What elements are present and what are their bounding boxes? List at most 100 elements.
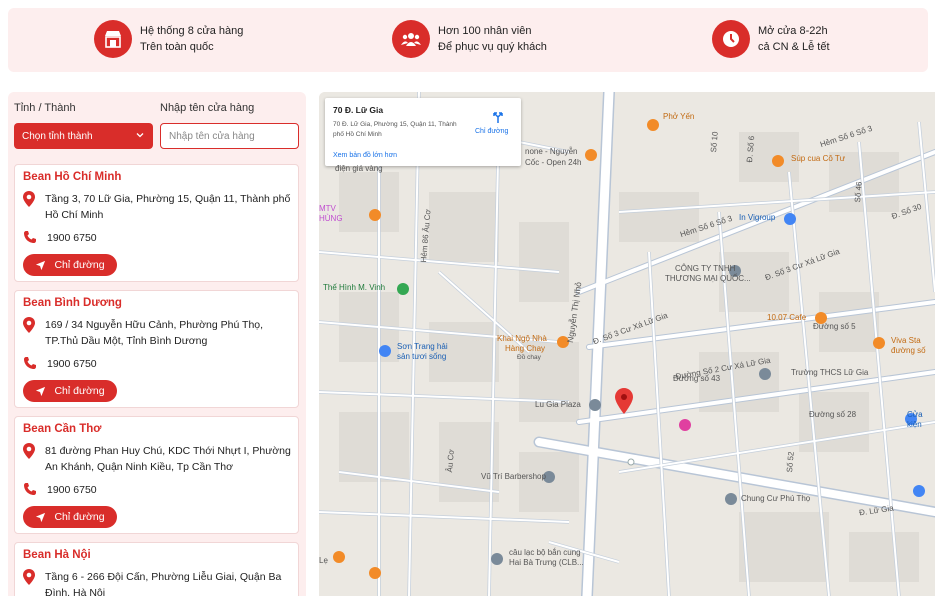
feature-stores: Hệ thống 8 cửa hàng Trên toàn quốc — [94, 20, 243, 58]
store-name[interactable]: Bean Bình Dương — [23, 297, 122, 309]
poi-label: Lu Gia Plaza — [535, 400, 581, 409]
shopping-icon[interactable] — [784, 212, 796, 230]
view-larger-map-link[interactable]: Xem bản đồ lớn hơn — [333, 152, 397, 159]
directions-button-label: Chỉ đường — [54, 385, 105, 397]
poi-label: Hai Bà Trưng (CLB... — [509, 558, 584, 567]
cafe-icon[interactable] — [369, 208, 381, 226]
poi-label: Lẹ — [319, 556, 328, 565]
feature-stores-line2: Trên toàn quốc — [140, 41, 214, 53]
store-phone[interactable]: 1900 6750 — [47, 356, 297, 372]
poi-label: 10.07 Cafe — [767, 313, 807, 322]
store-phone[interactable]: 1900 6750 — [47, 230, 297, 246]
province-select[interactable]: Chọn tỉnh thành — [14, 123, 153, 149]
phone-icon — [23, 356, 37, 375]
restaurant-icon[interactable] — [647, 118, 659, 136]
feature-staff-line1: Hơn 100 nhân viên — [438, 25, 532, 37]
store-address: 81 đường Phan Huy Chú, KDC Thới Nhựt I, … — [45, 445, 291, 473]
poi-label: none - Nguyễn — [525, 147, 578, 156]
street-label: Số 10 — [709, 131, 720, 153]
poi-label: Trường THCS Lữ Gia — [791, 368, 869, 377]
store-name-label: Nhập tên cửa hàng — [160, 102, 255, 114]
poi-label: THƯƠNG MẠI QUỐC... — [665, 274, 751, 283]
map-info-card: 70 Đ. Lữ Gia 70 Đ. Lữ Gia, Phường 15, Qu… — [325, 98, 521, 166]
feature-stores-line1: Hệ thống 8 cửa hàng — [140, 25, 244, 37]
cafe-icon[interactable] — [873, 336, 885, 354]
chevron-down-icon — [135, 130, 145, 143]
navigation-arrow-icon — [36, 260, 46, 270]
poi-label: Phở Yến — [663, 112, 695, 121]
map-info-title: 70 Đ. Lữ Gia — [333, 105, 384, 115]
store-card: Bean Bình Dương 169 / 34 Nguyễn Hữu Cảnh… — [14, 290, 299, 408]
feature-hours-line1: Mở cửa 8-22h — [758, 25, 828, 37]
poi-label: câu lạc bộ bắn cung — [509, 548, 581, 557]
store-address: 169 / 34 Nguyễn Hữu Cảnh, Phường Phú Thọ… — [45, 319, 264, 347]
store-card: Bean Cần Thơ 81 đường Phan Huy Chú, KDC … — [14, 416, 299, 534]
store-card: Bean Hà Nội Tầng 6 - 266 Đội Cấn, Phường… — [14, 542, 299, 596]
poi-label: Cửa — [907, 410, 923, 419]
restaurant-icon[interactable] — [333, 550, 345, 568]
restaurant-icon[interactable] — [772, 154, 784, 172]
directions-button[interactable]: Chỉ đường — [23, 506, 117, 528]
poi-label: Cốc - Open 24h — [525, 158, 582, 167]
school-icon[interactable] — [759, 367, 771, 385]
province-label: Tỉnh / Thành — [14, 102, 76, 114]
store-card: Bean Hồ Chí Minh Tầng 3, 70 Lữ Gia, Phườ… — [14, 164, 299, 282]
poi-label: In Vigroup — [739, 213, 776, 222]
poi-label: đường số — [891, 346, 926, 355]
street-label: Số 46 — [853, 181, 864, 203]
directions-button[interactable]: Chỉ đường — [23, 254, 117, 276]
store-search-input[interactable] — [160, 123, 299, 149]
poi-label: Viva Sta — [891, 336, 921, 345]
people-icon — [392, 20, 430, 58]
map-view[interactable]: 70 Đ. Lữ Gia 70 Đ. Lữ Gia, Phường 15, Qu… — [319, 92, 935, 596]
poi-label: Hàng Chay — [505, 344, 546, 353]
map-pin-icon — [23, 317, 35, 338]
street-label: Số 52 — [785, 451, 796, 473]
location-marker-icon[interactable] — [615, 388, 633, 419]
features-bar: Hệ thống 8 cửa hàng Trên toàn quốc Hơn 1… — [8, 8, 928, 72]
restaurant-icon[interactable] — [369, 566, 381, 584]
map-pin-icon — [23, 569, 35, 590]
store-address: Tầng 3, 70 Lữ Gia, Phường 15, Quận 11, T… — [45, 193, 291, 221]
directions-button[interactable]: Chỉ đường — [23, 380, 117, 402]
poi-label: HÙNG — [319, 214, 343, 223]
directions-button-label: Chỉ đường — [54, 511, 105, 523]
street-label: Đường số 28 — [809, 410, 857, 419]
map-info-address: 70 Đ. Lữ Gia, Phường 15, Quận 11, Thành … — [333, 121, 457, 138]
poi-label: CÔNG TY TNHH — [675, 264, 736, 273]
poi-label: Thế Hình M. Vinh — [323, 283, 386, 292]
poi-label: Khai Ngộ Nhà — [497, 334, 547, 343]
place-icon[interactable] — [397, 282, 409, 300]
place-icon[interactable] — [589, 398, 601, 416]
map-info-directions-link[interactable]: Chỉ đường — [475, 128, 508, 135]
store-name[interactable]: Bean Hà Nội — [23, 549, 91, 561]
poi-label: kiện — [907, 420, 922, 429]
feature-staff-line2: Để phục vụ quý khách — [438, 41, 547, 53]
place-icon[interactable] — [491, 552, 503, 570]
street-label: Đường số 5 — [813, 322, 856, 331]
phone-icon — [23, 230, 37, 249]
store-address: Tầng 6 - 266 Đội Cấn, Phường Liễu Giai, … — [45, 571, 282, 596]
shopping-icon[interactable] — [379, 344, 391, 362]
poi-label: Vũ Trí Barbershop — [481, 472, 546, 481]
feature-hours-line2: cả CN & Lễ tết — [758, 41, 830, 53]
place-icon[interactable] — [725, 492, 737, 510]
store-phone[interactable]: 1900 6750 — [47, 482, 297, 498]
poi-label: Súp cua Cô Tư — [791, 154, 846, 163]
store-name[interactable]: Bean Cần Thơ — [23, 423, 101, 435]
directions-icon[interactable] — [491, 110, 505, 129]
map-pin-icon — [23, 191, 35, 212]
store-name[interactable]: Bean Hồ Chí Minh — [23, 171, 121, 183]
feature-staff: Hơn 100 nhân viên Để phục vụ quý khách — [392, 20, 547, 58]
shopping-icon[interactable] — [913, 484, 925, 502]
poi-label: MTV — [319, 204, 336, 213]
store-icon — [94, 20, 132, 58]
poi-label: sản tươi sống — [397, 352, 447, 361]
poi-label: Sơn Trang hải — [397, 342, 448, 351]
clock-icon — [712, 20, 750, 58]
poi-label: điện giá vàng — [335, 164, 383, 173]
navigation-arrow-icon — [36, 512, 46, 522]
store-pin-icon[interactable] — [679, 418, 691, 436]
cafe-icon[interactable] — [585, 148, 597, 166]
directions-button-label: Chỉ đường — [54, 259, 105, 271]
